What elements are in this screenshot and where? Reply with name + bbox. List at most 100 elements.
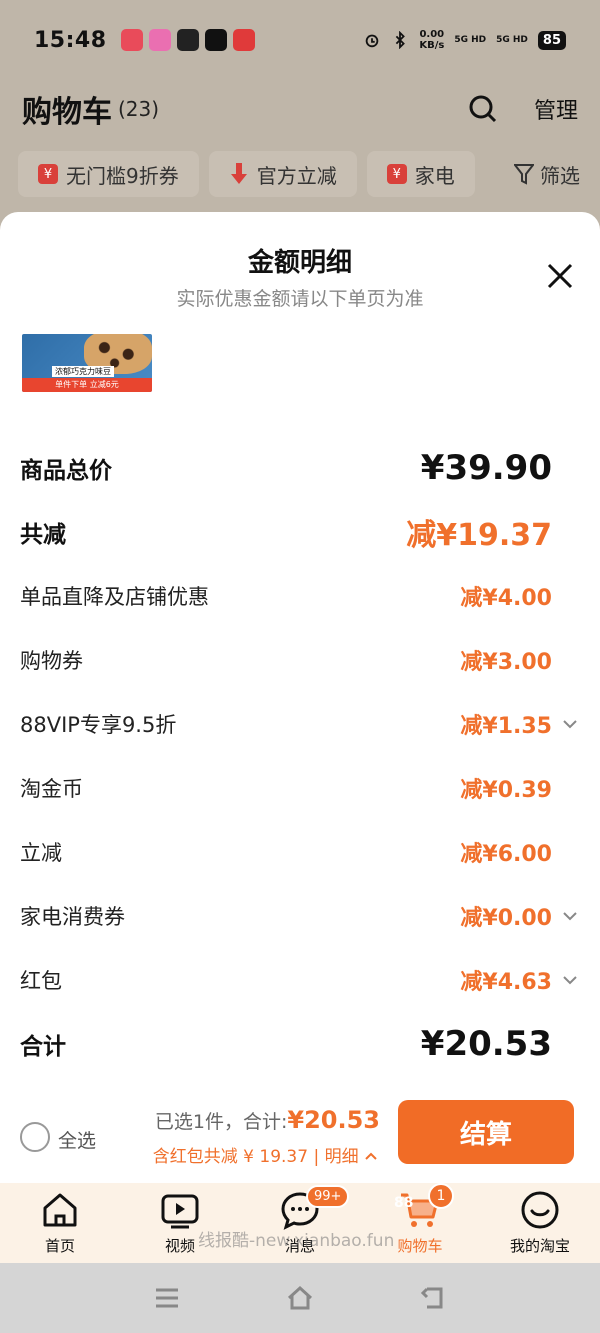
row-88vip[interactable]: 88VIP专享9.5折 减¥1.35	[0, 704, 600, 744]
tiktok-icon	[204, 29, 227, 51]
status-time: 15:48	[34, 27, 107, 53]
chevron-up-icon	[365, 1152, 377, 1160]
row-label: 88VIP专享9.5折	[20, 713, 177, 737]
chip-coupon[interactable]: ¥ 无门槛9折券	[18, 151, 199, 197]
page-title: 购物车	[22, 95, 112, 130]
sheet-title: 金额明细	[247, 248, 352, 278]
select-all-radio[interactable]	[20, 1122, 50, 1152]
filter-button[interactable]: 筛选	[500, 148, 600, 200]
notification-icons	[120, 29, 255, 51]
bluetooth-icon	[396, 31, 406, 49]
app-notification-icon	[120, 29, 143, 51]
filter-icon	[514, 164, 534, 185]
signal-1: 5G HD	[454, 35, 487, 45]
tab-cart[interactable]: 88 1 购物车	[360, 1183, 480, 1263]
row-label: 购物券	[20, 649, 83, 673]
row-red-packet[interactable]: 红包 减¥4.63	[0, 960, 600, 1000]
select-all-label[interactable]: 全选	[58, 1126, 96, 1153]
row-total-price: 商品总价 ¥39.90	[0, 448, 600, 488]
message-badge: 99+	[306, 1185, 350, 1208]
chip-official-discount[interactable]: 官方立减	[208, 151, 357, 197]
row-shop-discount: 单品直降及店铺优惠 减¥4.00	[0, 576, 600, 616]
row-label: 合计	[20, 1034, 66, 1060]
product-promo-label: 单件下单 立减6元	[22, 378, 152, 392]
tab-label: 视频	[164, 1237, 195, 1255]
tab-home[interactable]: 首页	[0, 1183, 120, 1263]
search-icon[interactable]	[468, 94, 498, 124]
row-shopping-coupon: 购物券 减¥3.00	[0, 640, 600, 680]
video-icon	[161, 1194, 199, 1229]
net-speed: 0.00 KB/s	[419, 29, 445, 51]
system-navigation	[0, 1263, 600, 1333]
status-bar: 15:48 0.00 KB/s 5G HD 5G HD 85	[0, 0, 600, 80]
row-label: 立减	[20, 841, 62, 865]
manage-button[interactable]: 管理	[534, 93, 578, 125]
chip-label: 无门槛9折券	[66, 163, 179, 188]
chevron-down-icon[interactable]	[562, 716, 578, 732]
checkout-bar: 全选 已选1件，合计:¥20.53 含红包共减 ¥ 19.37 | 明细 结算	[0, 1092, 600, 1182]
filter-label: 筛选	[540, 163, 580, 188]
signal-2: 5G HD	[496, 35, 528, 45]
discount-detail-link[interactable]: 含红包共减 ¥ 19.37 | 明细	[153, 1142, 378, 1167]
row-value: 减¥1.35	[460, 714, 552, 739]
sheet-subtitle: 实际优惠金额请以下单页为准	[176, 288, 424, 310]
row-label: 家电消费券	[20, 905, 125, 929]
selected-text: 已选1件，合计:	[154, 1111, 288, 1133]
profile-icon	[521, 1191, 559, 1229]
row-label: 单品直降及店铺优惠	[20, 585, 209, 609]
page-header: 购物车 (23) 管理	[0, 80, 600, 138]
app-notification-icon	[148, 29, 171, 51]
row-taojinbi: 淘金币 减¥0.39	[0, 768, 600, 808]
coupon-icon: ¥	[386, 164, 407, 184]
row-value: ¥20.53	[420, 1024, 552, 1064]
tab-label: 购物车	[397, 1237, 443, 1255]
row-value: 减¥3.00	[460, 650, 552, 675]
cart-tab-count: 88	[394, 1195, 414, 1211]
back-icon[interactable]	[418, 1283, 448, 1313]
status-indicators: 0.00 KB/s 5G HD 5G HD 85	[363, 29, 566, 51]
battery-indicator: 85	[537, 30, 566, 50]
row-total-discount: 共减 减¥19.37	[0, 512, 600, 553]
tab-video[interactable]: 视频	[120, 1183, 240, 1263]
cart-badge: 1	[428, 1183, 454, 1209]
row-label: 红包	[20, 969, 62, 993]
row-value: 减¥19.37	[406, 518, 552, 553]
row-grand-total: 合计 ¥20.53	[0, 1024, 600, 1064]
row-value: 减¥6.00	[460, 842, 552, 867]
row-value: ¥39.90	[420, 448, 552, 488]
tab-profile[interactable]: 我的淘宝	[480, 1183, 600, 1263]
tab-label: 我的淘宝	[509, 1237, 570, 1255]
checkout-button[interactable]: 结算	[398, 1100, 574, 1164]
watermark: 线报酷-new.xianbao.fun	[198, 1231, 395, 1251]
chip-label: 官方立减	[256, 163, 337, 188]
product-thumbnail[interactable]: 浓郁巧克力味豆 单件下单 立减6元	[22, 334, 152, 392]
home-nav-icon[interactable]	[285, 1283, 315, 1313]
close-icon[interactable]	[546, 262, 574, 290]
total-amount: ¥20.53	[287, 1106, 380, 1134]
row-value: 减¥4.63	[460, 970, 552, 995]
alarm-icon	[366, 34, 379, 48]
filter-chips: ¥ 无门槛9折券 官方立减 ¥ 家电 筛选	[0, 148, 600, 200]
tab-messages[interactable]: 99+ 消息	[240, 1183, 360, 1263]
chip-label: 家电	[414, 163, 455, 188]
product-label: 浓郁巧克力味豆	[52, 366, 114, 377]
chip-appliance[interactable]: ¥ 家电	[366, 151, 475, 197]
row-label: 淘金币	[20, 777, 83, 801]
coupon-icon: ¥	[38, 164, 58, 184]
discount-text: 含红包共减 ¥ 19.37 | 明细	[152, 1147, 359, 1167]
menu-icon[interactable]	[152, 1283, 182, 1313]
app-notification-icon	[232, 29, 255, 51]
chevron-down-icon[interactable]	[562, 908, 578, 924]
row-appliance-coupon[interactable]: 家电消费券 减¥0.00	[0, 896, 600, 936]
selection-summary: 已选1件，合计:¥20.53	[155, 1106, 380, 1134]
bottom-tab-bar: 首页 视频 99+ 消息 88 1 购物车 我的淘宝	[0, 1183, 600, 1263]
row-label: 共减	[20, 522, 66, 548]
app-notification-icon	[176, 29, 199, 51]
chevron-down-icon[interactable]	[562, 972, 578, 988]
arrow-down-icon	[230, 163, 247, 184]
row-value: 减¥4.00	[460, 586, 552, 611]
tab-label: 首页	[44, 1237, 75, 1255]
row-instant-discount: 立减 减¥6.00	[0, 832, 600, 872]
cart-count: (23)	[118, 97, 160, 121]
row-value: 减¥0.00	[460, 906, 552, 931]
